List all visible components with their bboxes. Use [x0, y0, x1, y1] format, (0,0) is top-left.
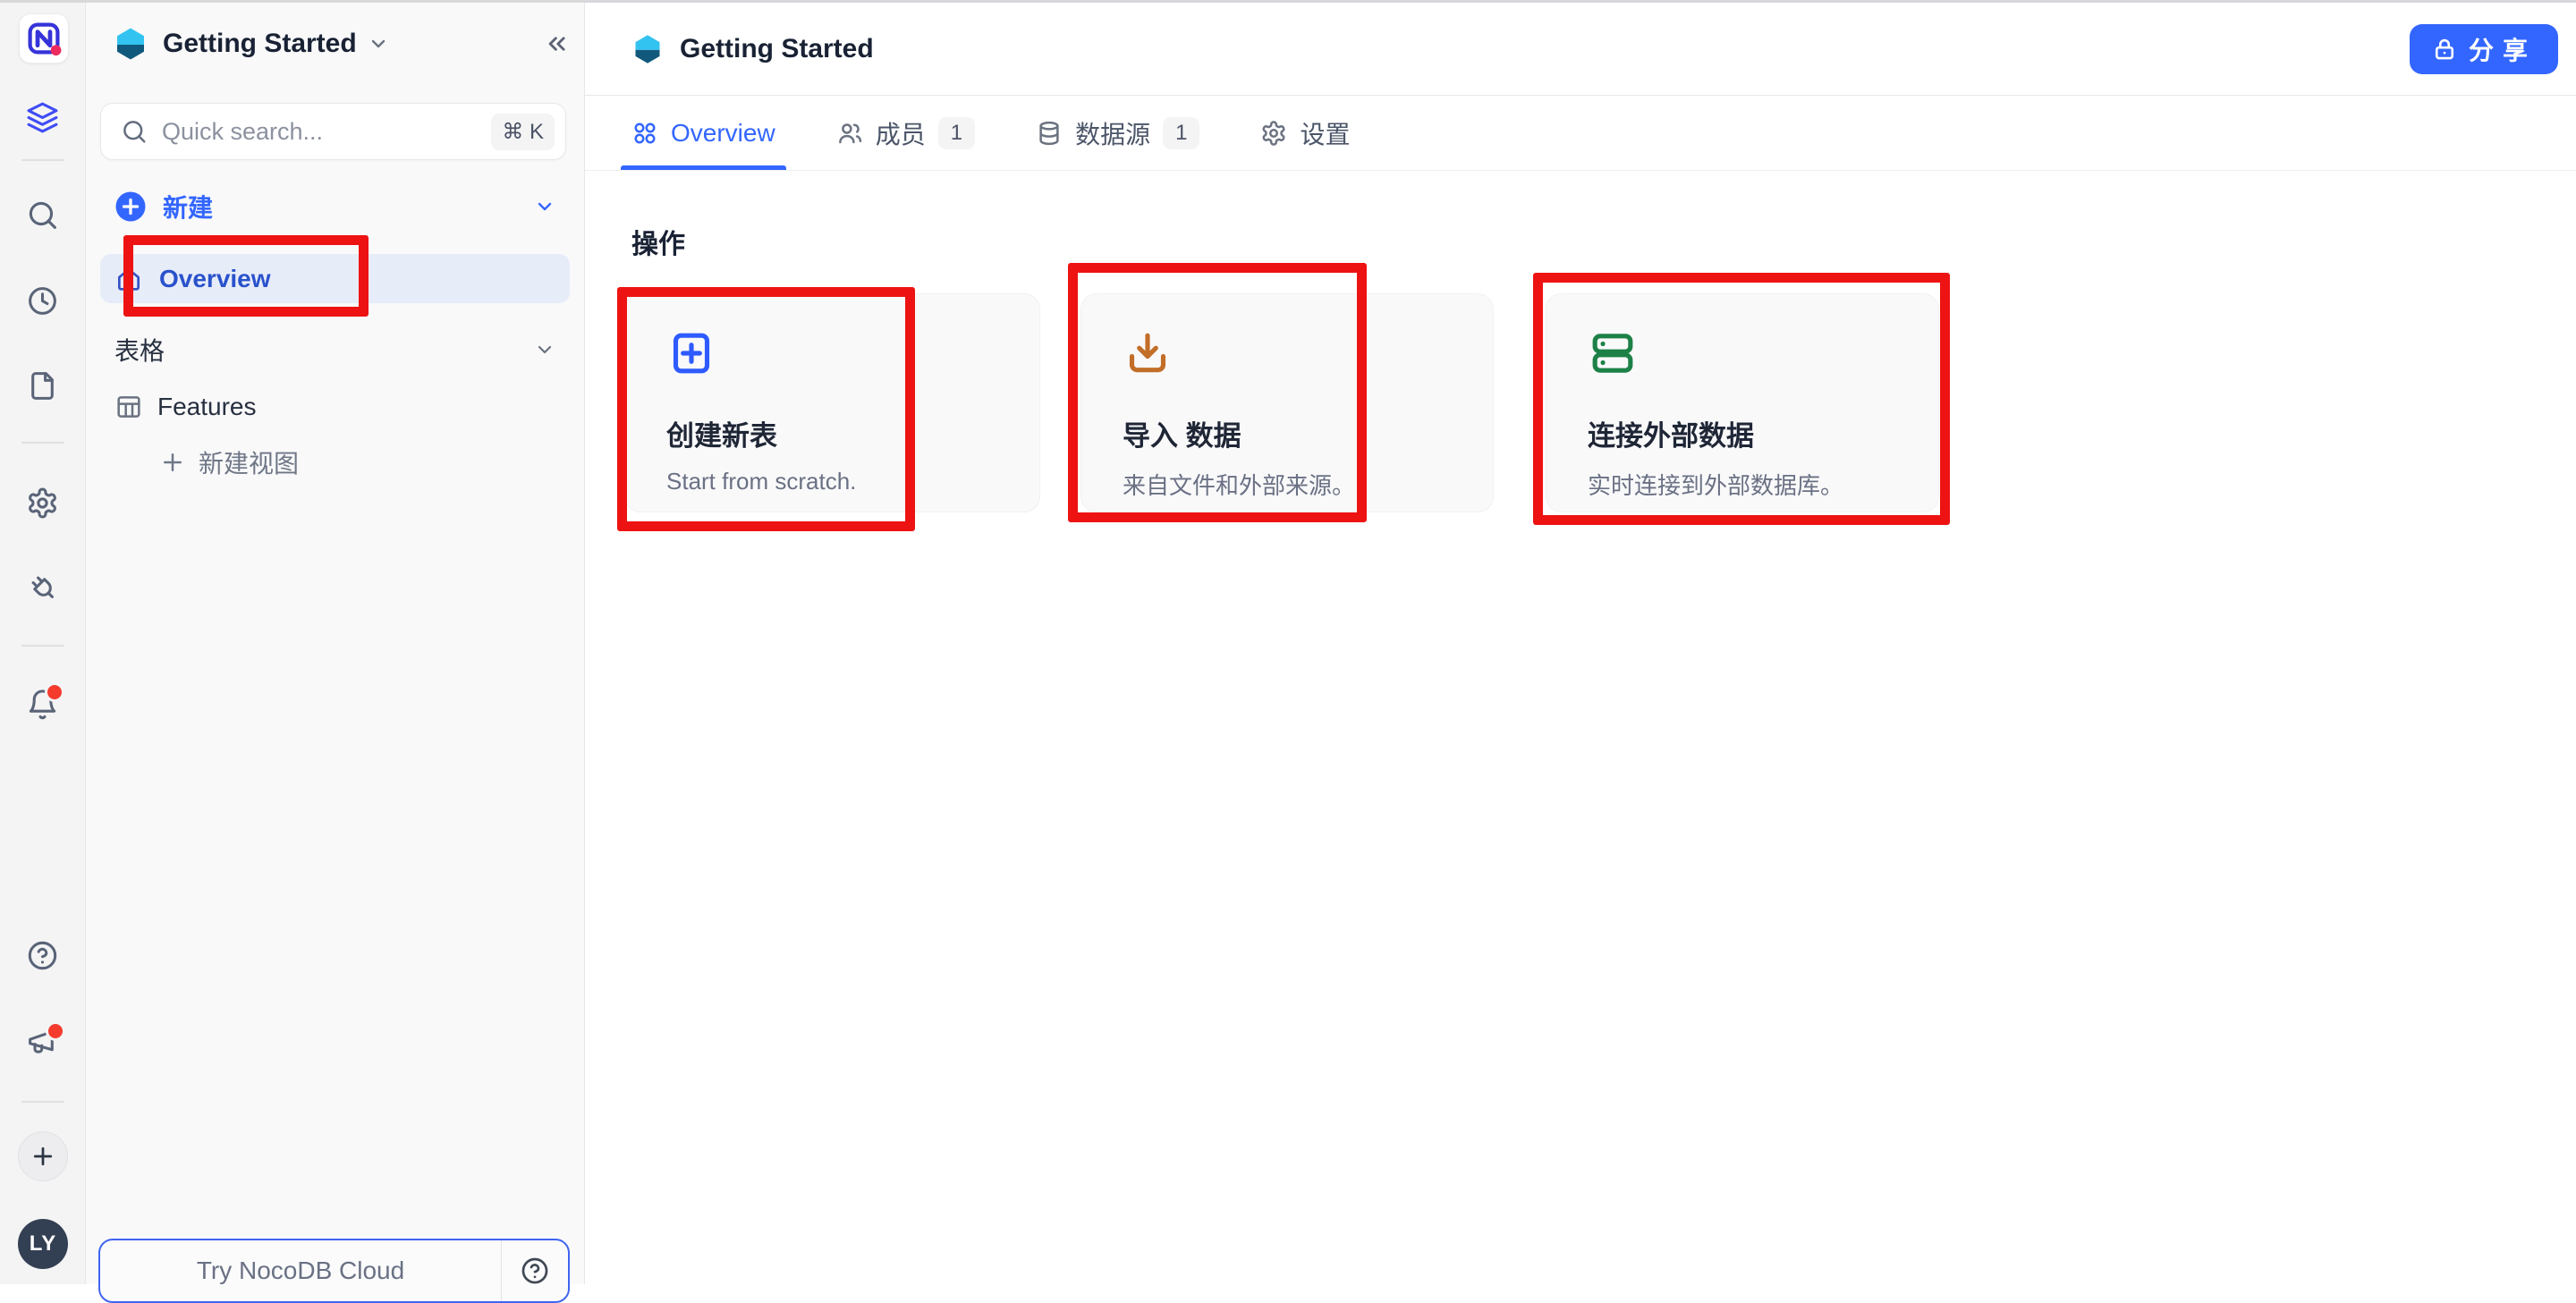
- base-header: Getting Started 分享: [585, 3, 2576, 96]
- create-table-card[interactable]: 创建新表 Start from scratch.: [624, 293, 1040, 512]
- users-icon: [836, 120, 863, 147]
- table-name: Features: [157, 393, 257, 421]
- card-title: 导入 数据: [1123, 413, 1452, 453]
- sidebar-item-label: 新建: [163, 189, 213, 224]
- quick-search[interactable]: ⌘ K: [100, 103, 566, 160]
- announcements-megaphone-icon[interactable]: [23, 1021, 63, 1061]
- import-data-icon: [1123, 328, 1452, 383]
- tab-label: 设置: [1300, 115, 1350, 151]
- card-title: 创建新表: [666, 413, 998, 453]
- workspace-header[interactable]: Getting Started: [113, 15, 570, 72]
- nocodb-logo[interactable]: [19, 13, 69, 63]
- rail-divider: [21, 159, 64, 161]
- members-count-badge: 1: [938, 117, 975, 149]
- base-hexagon-icon: [631, 33, 664, 65]
- notifications-bell-icon[interactable]: [23, 684, 63, 723]
- help-circle-icon[interactable]: [501, 1240, 568, 1301]
- rail-divider: [21, 1101, 64, 1103]
- card-title: 连接外部数据: [1588, 413, 1897, 453]
- sidebar-item-overview[interactable]: Overview: [100, 254, 570, 303]
- card-subtitle: 来自文件和外部来源。: [1123, 468, 1452, 501]
- plus-icon: [159, 449, 186, 476]
- sidebar: Getting Started ⌘ K 新建 Overview: [86, 3, 585, 1284]
- search-icon: [121, 118, 148, 145]
- action-cards: 创建新表 Start from scratch. 导入 数据 来自文件和外部来源…: [624, 293, 1939, 512]
- workspace-name: Getting Started: [163, 29, 357, 59]
- sidebar-item-table-features[interactable]: Features: [100, 386, 570, 427]
- bases-icon[interactable]: [23, 97, 63, 137]
- external-database-icon: [1588, 328, 1897, 383]
- actions-section-title: 操作: [631, 222, 685, 261]
- lock-icon: [2431, 36, 2458, 63]
- quick-search-input[interactable]: [160, 117, 491, 147]
- user-avatar[interactable]: LY: [18, 1219, 68, 1269]
- share-label: 分享: [2469, 31, 2537, 67]
- plus-circle-icon: [114, 190, 147, 223]
- new-view-label: 新建视图: [199, 444, 299, 480]
- tab-overview[interactable]: Overview: [621, 96, 786, 170]
- search-icon[interactable]: [23, 195, 63, 234]
- help-icon[interactable]: [23, 935, 63, 975]
- section-label: 表格: [114, 332, 165, 368]
- nocodb-logo-icon: [24, 19, 64, 58]
- notification-dot: [46, 1021, 65, 1041]
- table-icon: [114, 393, 143, 421]
- notification-dot: [45, 682, 64, 702]
- connect-external-data-card[interactable]: 连接外部数据 实时连接到外部数据库。: [1546, 293, 1939, 512]
- sidebar-item-new-view[interactable]: 新建视图: [100, 442, 570, 483]
- file-icon[interactable]: [23, 366, 63, 405]
- workspace-hexagon-icon: [113, 26, 148, 62]
- sources-count-badge: 1: [1163, 117, 1199, 149]
- grid-circles-icon: [631, 120, 658, 147]
- overview-content: 操作 创建新表 Start from scratch. 导入 数据 来自文件和外…: [585, 171, 2576, 1284]
- sidebar-item-new[interactable]: 新建: [100, 185, 570, 228]
- sidebar-section-tables[interactable]: 表格: [100, 329, 570, 370]
- chevron-down-icon: [534, 196, 555, 217]
- app-root: LY Getting Started ⌘ K 新建: [0, 0, 2576, 1284]
- rail-divider: [21, 645, 64, 647]
- database-icon: [1036, 120, 1063, 147]
- base-title: Getting Started: [680, 34, 874, 64]
- card-subtitle: 实时连接到外部数据库。: [1588, 468, 1897, 501]
- card-subtitle: Start from scratch.: [666, 468, 998, 495]
- home-icon: [114, 265, 143, 293]
- collapse-sidebar-icon[interactable]: [543, 30, 570, 57]
- integrations-plug-icon[interactable]: [23, 567, 63, 606]
- try-nocodb-cloud-button[interactable]: Try NocoDB Cloud: [98, 1239, 570, 1303]
- import-data-card[interactable]: 导入 数据 来自文件和外部来源。: [1080, 293, 1494, 512]
- search-shortcut-badge: ⌘ K: [491, 114, 555, 150]
- main-area: Getting Started 分享 Overview 成员 1 数据源 1: [585, 3, 2576, 1284]
- try-cloud-label: Try NocoDB Cloud: [100, 1240, 501, 1301]
- settings-gear-icon[interactable]: [23, 483, 63, 522]
- recent-clock-icon[interactable]: [23, 281, 63, 320]
- tab-members[interactable]: 成员 1: [826, 96, 986, 170]
- tab-label: 成员: [876, 115, 926, 151]
- sidebar-item-label: Overview: [159, 265, 271, 293]
- tab-label: 数据源: [1075, 115, 1150, 151]
- chevron-down-icon: [534, 339, 555, 360]
- rail-divider: [21, 442, 64, 444]
- tab-data-sources[interactable]: 数据源 1: [1025, 96, 1210, 170]
- nav-rail: LY: [0, 3, 86, 1284]
- gear-icon: [1260, 120, 1287, 147]
- add-table-icon: [666, 328, 998, 383]
- tab-label: Overview: [671, 119, 775, 148]
- chevron-down-icon[interactable]: [368, 33, 389, 55]
- tab-settings[interactable]: 设置: [1250, 96, 1360, 170]
- base-tabs: Overview 成员 1 数据源 1 设置: [585, 96, 2576, 171]
- share-button[interactable]: 分享: [2410, 24, 2558, 74]
- add-workspace-button[interactable]: [18, 1131, 68, 1181]
